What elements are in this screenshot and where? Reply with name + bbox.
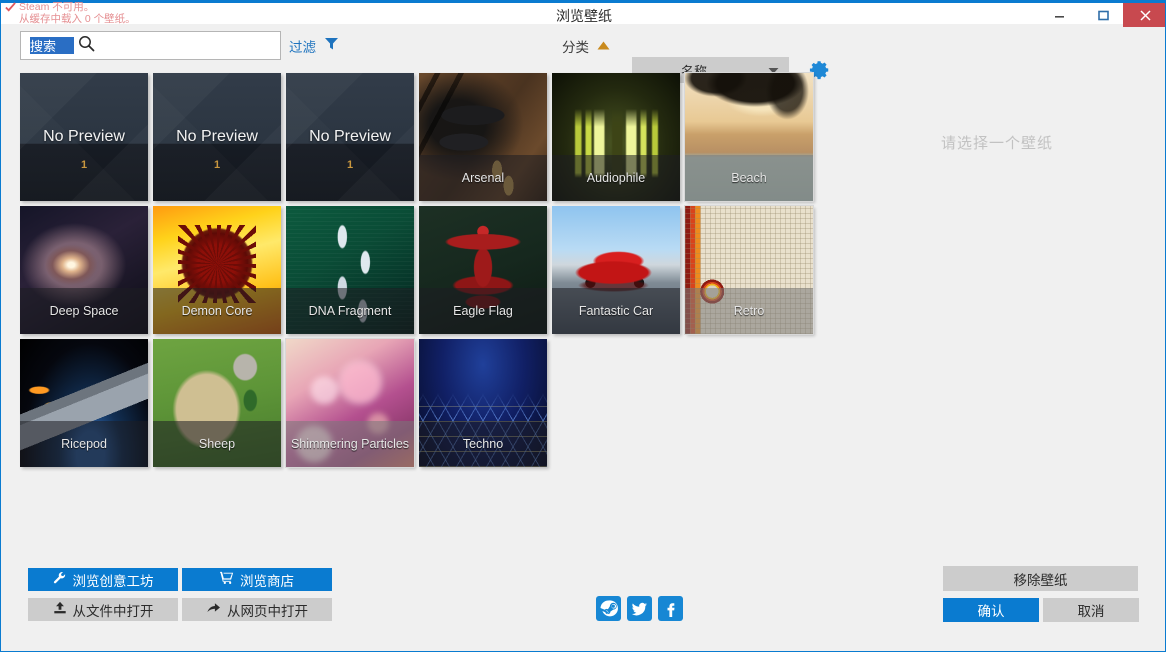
triangle-up-icon[interactable] (597, 37, 610, 55)
wallpaper-tile-caption: Audiophile (552, 155, 680, 201)
open-from-web-button[interactable]: 从网页中打开 (182, 598, 332, 621)
wallpaper-tile[interactable]: Arsenal (419, 73, 547, 201)
wallpaper-tile[interactable]: Eagle Flag (419, 206, 547, 334)
steam-status-text: Steam 不可用。 (19, 1, 94, 13)
filter-icon[interactable] (324, 36, 339, 56)
twitter-icon[interactable] (627, 596, 652, 621)
window-title: 浏览壁纸 (1, 6, 1166, 26)
no-preview-label: No Preview (153, 128, 281, 146)
wallpaper-tile[interactable]: No Preview 1 (286, 73, 414, 201)
title-bar: 浏览壁纸 (1, 0, 1166, 24)
wallpaper-tile[interactable]: Audiophile (552, 73, 680, 201)
browse-store-button[interactable]: 浏览商店 (182, 568, 332, 591)
cancel-label: 取消 (1078, 600, 1105, 620)
wallpaper-tile-caption: Deep Space (20, 288, 148, 334)
browse-workshop-button[interactable]: 浏览创意工坊 (28, 568, 178, 591)
steam-status-line-1: Steam 不可用。 (5, 1, 136, 13)
wallpaper-grid: No Preview 1 No Preview 1 No Preview 1 Arsenal… (20, 73, 820, 473)
wallpaper-tile[interactable]: DNA Fragment (286, 206, 414, 334)
wallpaper-tile-caption: Techno (419, 421, 547, 467)
wallpaper-tile-caption: Beach (685, 155, 813, 201)
arrow-share-icon (206, 601, 221, 618)
facebook-icon[interactable] (658, 596, 683, 621)
search-box[interactable] (20, 31, 281, 60)
upload-icon (53, 601, 67, 618)
wallpaper-tile-caption: Retro (685, 288, 813, 334)
wallpaper-tile-caption: Demon Core (153, 288, 281, 334)
steam-status: Steam 不可用。 从缓存中载入 0 个壁纸。 (5, 1, 136, 25)
wallpaper-tile[interactable]: Beach (685, 73, 813, 201)
wallpaper-tile[interactable]: No Preview 1 (153, 73, 281, 201)
wallpaper-tile[interactable]: Sheep (153, 339, 281, 467)
sort-control[interactable]: 分类 (562, 36, 610, 56)
browse-wallpapers-window: 浏览壁纸 Steam 不可用。 从缓存中载入 0 个壁纸。 (0, 0, 1166, 652)
social-links (596, 596, 683, 621)
wallpaper-count-badge: 1 (286, 159, 414, 171)
no-preview-label: No Preview (286, 128, 414, 146)
cart-icon (220, 571, 234, 588)
preview-pane: 请选择一个壁纸 (829, 66, 1165, 556)
wallpaper-tile[interactable]: No Preview 1 (20, 73, 148, 201)
wallpaper-tile-caption: Fantastic Car (552, 288, 680, 334)
sort-label: 分类 (562, 36, 589, 56)
open-from-file-button[interactable]: 从文件中打开 (28, 598, 178, 621)
wallpaper-tile[interactable]: Techno (419, 339, 547, 467)
steam-icon[interactable] (596, 596, 621, 621)
search-input[interactable] (30, 37, 74, 54)
search-icon[interactable] (78, 35, 95, 57)
filter-label: 过滤 (289, 36, 316, 56)
check-icon (5, 2, 16, 13)
confirm-button[interactable]: 确认 (943, 598, 1039, 622)
wallpaper-tile[interactable]: Shimmering Particles (286, 339, 414, 467)
no-preview-label: No Preview (20, 128, 148, 146)
wallpaper-tile-caption: Arsenal (419, 155, 547, 201)
wallpaper-tile[interactable]: Ricepod (20, 339, 148, 467)
browse-workshop-label: 浏览创意工坊 (73, 570, 154, 590)
toolbar: 过滤 分类 名称 (1, 24, 1166, 66)
remove-wallpaper-label: 移除壁纸 (1014, 569, 1068, 589)
wallpaper-tile[interactable]: Demon Core (153, 206, 281, 334)
confirm-label: 确认 (978, 600, 1005, 620)
open-from-file-label: 从文件中打开 (73, 600, 154, 620)
wallpaper-count-badge: 1 (20, 159, 148, 171)
wallpaper-tile[interactable]: Retro (685, 206, 813, 334)
wallpaper-count-badge: 1 (153, 159, 281, 171)
wallpaper-tile-caption: Eagle Flag (419, 288, 547, 334)
open-from-web-label: 从网页中打开 (227, 600, 308, 620)
wallpaper-tile-caption: DNA Fragment (286, 288, 414, 334)
wallpaper-tile-caption: Ricepod (20, 421, 148, 467)
wallpaper-tile-caption: Sheep (153, 421, 281, 467)
remove-wallpaper-button[interactable]: 移除壁纸 (943, 566, 1138, 591)
cancel-button[interactable]: 取消 (1043, 598, 1139, 622)
browse-store-label: 浏览商店 (240, 570, 294, 590)
filter-control[interactable]: 过滤 (289, 36, 339, 56)
preview-placeholder-text: 请选择一个壁纸 (941, 132, 1053, 153)
wallpaper-tile[interactable]: Fantastic Car (552, 206, 680, 334)
wallpaper-tile[interactable]: Deep Space (20, 206, 148, 334)
wallpaper-tile-caption: Shimmering Particles (286, 421, 414, 467)
wrench-icon (53, 571, 67, 588)
